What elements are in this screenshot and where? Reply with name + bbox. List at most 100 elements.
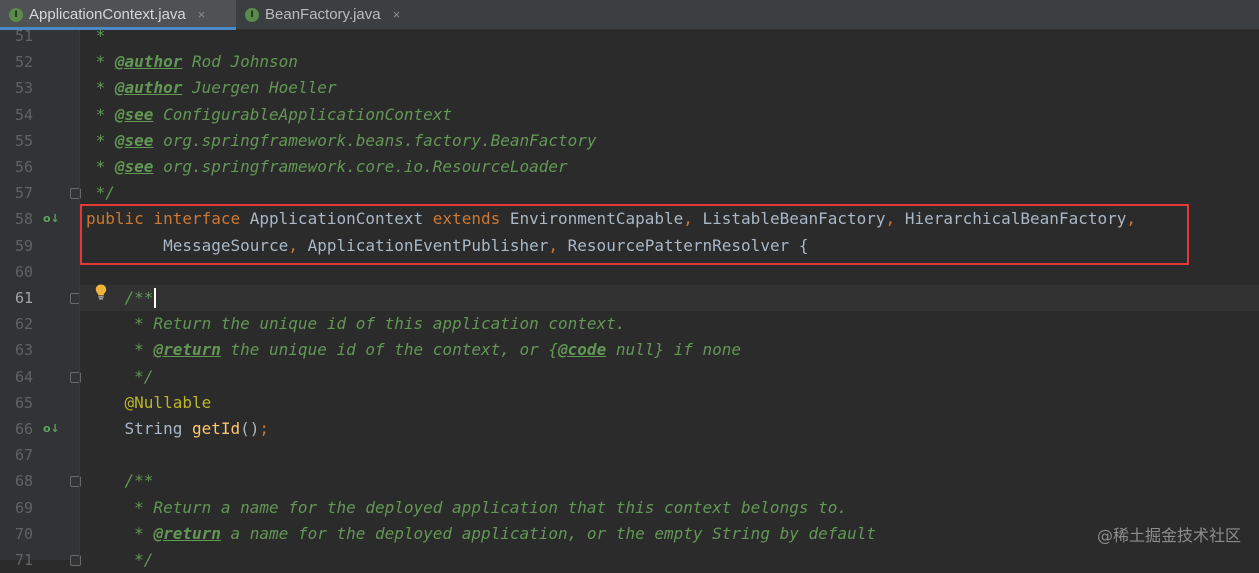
line-number: 51 (14, 27, 33, 45)
code-token: @author (114, 78, 183, 98)
code-token: * (86, 52, 115, 72)
line-number: 65 (14, 393, 33, 412)
code-token: * (86, 78, 115, 98)
code-token: , (548, 235, 568, 255)
code-token: * (86, 104, 115, 124)
code-token: ApplicationContext (249, 209, 433, 229)
code-token: MessageSource (86, 235, 289, 255)
line-number: 62 (14, 315, 33, 334)
code-token: * (86, 157, 115, 176)
code-token: * Return the unique id of this applicati… (86, 314, 626, 334)
line-number: 63 (14, 341, 33, 360)
code-token: * Return a name for the deployed applica… (86, 497, 847, 517)
code-token: @see (114, 157, 154, 176)
code-token: Juergen Hoeller (182, 78, 337, 98)
line-number: 53 (14, 79, 33, 98)
code-line: * @see org.springframework.beans.factory… (86, 128, 597, 154)
implemented-by-icon[interactable]: o↓ (43, 422, 60, 436)
code-token: ; (259, 419, 270, 438)
code-token: * (86, 26, 106, 45)
code-token: null} if none (606, 340, 742, 360)
code-token: , (288, 235, 308, 255)
tab-label: BeanFactory.java (265, 6, 381, 23)
code-token: ResourcePatternResolver { (567, 235, 809, 255)
code-token: @Nullable (86, 392, 212, 412)
code-line: * @author Rod Johnson (86, 49, 298, 75)
code-token: () (240, 419, 260, 438)
code-token: @return (153, 340, 221, 360)
tab-applicationcontext-java[interactable]: I ApplicationContext.java × (0, 0, 236, 30)
close-icon[interactable]: × (198, 7, 206, 22)
code-line: MessageSource, ApplicationEventPublisher… (86, 233, 808, 259)
tab-label: ApplicationContext.java (29, 6, 186, 23)
code-token: getId (191, 419, 241, 438)
line-number: 54 (14, 105, 33, 124)
line-number: 68 (14, 472, 33, 491)
tab-beanfactory-java[interactable]: I BeanFactory.java × (236, 0, 418, 29)
code-line: * @author Juergen Hoeller (86, 75, 337, 101)
code-token: * (86, 130, 115, 150)
code-token: the unique id of the context, or { (220, 340, 559, 360)
code-token: @code (558, 340, 607, 360)
watermark: @稀土掘金技术社区 (1096, 526, 1241, 545)
code-line: /** (86, 285, 154, 311)
line-number: 71 (14, 551, 33, 569)
code-token: */ (86, 183, 115, 203)
code-line: */ (86, 547, 153, 573)
code-token: Rod Johnson (182, 52, 298, 72)
interface-icon: I (245, 7, 259, 22)
line-number: 61 (14, 289, 33, 307)
code-line: * @return a name for the deployed applic… (86, 521, 876, 547)
code-token: org.springframework.core.io.ResourceLoad… (153, 157, 568, 176)
code-token: ConfigurableApplicationContext (153, 104, 453, 124)
close-icon[interactable]: × (393, 7, 401, 22)
code-line: * Return a name for the deployed applica… (86, 495, 847, 521)
code-token: @see (114, 104, 154, 124)
code-token: , (885, 209, 905, 229)
code-token: @return (153, 523, 221, 543)
code-token: String (86, 419, 192, 438)
code-token: @see (114, 130, 154, 150)
line-number: 70 (14, 524, 33, 543)
code-token: ListableBeanFactory (702, 209, 886, 229)
code-token: , (683, 209, 703, 229)
code-line: * @see ConfigurableApplicationContext (86, 102, 452, 128)
code-line: * @see org.springframework.core.io.Resou… (86, 154, 568, 180)
code-line: public interface ApplicationContext exte… (86, 206, 1136, 232)
code-line: /** (86, 468, 154, 494)
line-number: 67 (14, 446, 33, 465)
interface-icon: I (9, 7, 23, 22)
code-token: /** (86, 471, 154, 491)
code-line: */ (86, 364, 153, 390)
code-line: * @return the unique id of the context, … (86, 337, 741, 363)
code-token: * (86, 523, 154, 543)
code-token: a name for the deployed application, or … (220, 523, 876, 543)
code-token: , (1126, 209, 1137, 229)
code-token: extends (432, 209, 510, 229)
code-line: * Return the unique id of this applicati… (86, 311, 625, 337)
line-number: 55 (14, 131, 33, 150)
line-number: 66 (14, 420, 33, 438)
implemented-by-icon[interactable]: o↓ (43, 212, 60, 226)
line-number: 60 (14, 262, 33, 281)
code-line: @Nullable (86, 390, 212, 416)
editor-tab-bar: I ApplicationContext.java × I BeanFactory.ja… (0, 0, 1259, 30)
code-line: * (86, 23, 106, 49)
code-token: org.springframework.beans.factory.BeanFa… (153, 130, 597, 150)
code-token: ApplicationEventPublisher (307, 235, 549, 255)
line-number: 57 (14, 184, 33, 203)
line-number-gutter: 51 52 53 54 55 56 57 58 o↓ 59 60 61 62 63 64 65 66 o↓ 67 68… (0, 27, 81, 569)
line-number: 52 (14, 53, 33, 72)
line-number: 64 (14, 367, 33, 386)
line-number: 56 (14, 158, 33, 176)
code-token: HierarchicalBeanFactory (904, 209, 1127, 229)
line-number: 69 (14, 498, 33, 517)
code-token: EnvironmentCapable (509, 209, 684, 229)
code-line: String getId(); (86, 416, 270, 442)
line-number: 59 (14, 236, 33, 255)
code-token: /** (86, 288, 154, 307)
text-caret (154, 288, 156, 308)
current-line-highlight (80, 285, 1259, 311)
code-token: */ (86, 366, 154, 386)
code-token: @author (114, 52, 183, 72)
